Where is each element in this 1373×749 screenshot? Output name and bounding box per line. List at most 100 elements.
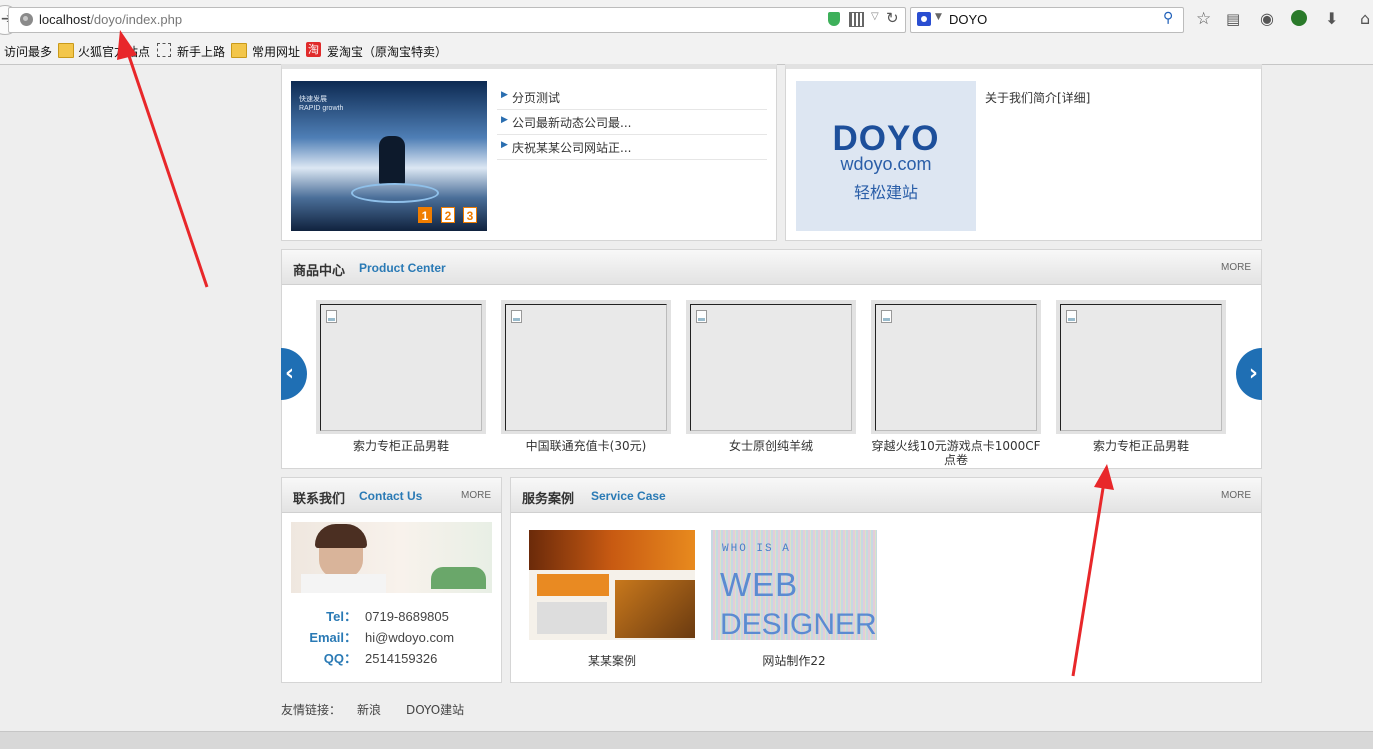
more-link[interactable]: MORE <box>1221 262 1251 273</box>
section-header: 商品中心 Product Center MORE <box>282 250 1261 285</box>
contact-email-row: Email： hi@wdoyo.com <box>297 627 454 646</box>
baidu-paw-icon[interactable] <box>917 12 931 26</box>
folder-icon <box>231 43 247 58</box>
bookmark-getting-started[interactable]: 新手上路 <box>177 43 225 60</box>
bookmarks-bar: 访问最多 火狐官方站点 新手上路 常用网址 淘 爱淘宝（原淘宝特卖） <box>0 38 1373 65</box>
slider-caption-en: RAPID growth <box>299 105 344 112</box>
case-name[interactable]: 某某案例 <box>529 652 695 669</box>
case-thumb-content <box>537 602 607 634</box>
search-input[interactable]: DOYO <box>949 12 987 27</box>
case-name[interactable]: 网站制作22 <box>711 652 877 669</box>
about-intro-link[interactable]: 关于我们简介[详细] <box>985 89 1090 106</box>
section-title-en: Product Center <box>359 261 446 275</box>
shield-icon[interactable] <box>828 12 840 26</box>
chevron-left-icon: ‹ <box>285 361 295 386</box>
news-item-title[interactable]: 庆祝某某公司网站正... <box>512 139 631 156</box>
browser-toolbar: ➔ localhost/doyo/index.php ▽ ↻ ▼ DOYO ⚲ … <box>0 0 1373 38</box>
product-name[interactable]: 中国联通充值卡(30元) <box>501 439 671 467</box>
email-value[interactable]: hi@wdoyo.com <box>365 630 454 645</box>
bookmark-firefox-sites[interactable]: 火狐官方站点 <box>78 43 150 60</box>
product-thumb[interactable] <box>871 300 1041 434</box>
news-panel: 快速发展 RAPID growth 1 2 3 ▶ 分页测试 ▶ 公司最新动态公司最… <box>281 64 777 241</box>
folder-icon <box>58 43 74 58</box>
chevron-right-icon: › <box>1248 361 1258 386</box>
bookmark-most-visited[interactable]: 访问最多 <box>4 43 52 60</box>
product-thumb[interactable] <box>686 300 856 434</box>
shield-green-icon[interactable] <box>1291 10 1307 26</box>
search-icon[interactable]: ⚲ <box>1163 10 1173 26</box>
contact-tel-row: Tel： 0719-8689805 <box>297 606 449 625</box>
doyo-logo-image[interactable]: DOYO wdoyo.com 轻松建站 <box>796 81 976 231</box>
product-thumb[interactable] <box>501 300 671 434</box>
url-dropdown-icon[interactable]: ▽ <box>871 11 879 22</box>
broken-image-icon <box>1066 310 1077 323</box>
broken-image-icon <box>326 310 337 323</box>
tel-label: Tel： <box>326 609 357 624</box>
download-icon[interactable]: ⬇ <box>1325 9 1338 29</box>
more-link[interactable]: MORE <box>461 490 491 501</box>
annotation-arrow-line <box>125 49 209 288</box>
case-thumb-header <box>529 530 695 570</box>
slider-caption-cn: 快速发展 <box>299 96 327 103</box>
contact-panel: 联系我们 Contact Us MORE Tel： 0719-8689805 Em… <box>281 477 502 683</box>
product-name[interactable]: 索力专柜正品男鞋 <box>316 439 486 467</box>
globe-icon <box>20 13 33 26</box>
broken-image-icon <box>881 310 892 323</box>
more-link[interactable]: MORE <box>1221 490 1251 501</box>
businessman-figure <box>379 136 405 184</box>
page-icon <box>157 43 171 57</box>
logo-slogan: 轻松建站 <box>853 183 918 202</box>
case-thumb[interactable]: WHO IS A WEB DESIGNER <box>711 530 877 640</box>
broken-image-icon <box>511 310 522 323</box>
section-header: 服务案例 Service Case MORE <box>511 478 1261 513</box>
customer-service-image <box>291 522 492 593</box>
qq-label: QQ： <box>323 651 357 666</box>
friend-link[interactable]: DOYO建站 <box>406 701 464 718</box>
url-text[interactable]: localhost/doyo/index.php <box>39 12 182 27</box>
friend-link[interactable]: 新浪 <box>357 701 381 718</box>
news-item[interactable]: ▶ 分页测试 <box>497 85 767 110</box>
news-item[interactable]: ▶ 公司最新动态公司最... <box>497 110 767 135</box>
bookmark-star-icon[interactable]: ☆ <box>1196 9 1211 29</box>
case-thumb[interactable] <box>529 530 695 640</box>
news-item-title[interactable]: 公司最新动态公司最... <box>512 114 631 131</box>
bookmark-taobao[interactable]: 爱淘宝（原淘宝特卖） <box>327 43 447 60</box>
case-thumb-block <box>537 574 609 596</box>
reader-icon[interactable]: ▤ <box>1226 9 1240 29</box>
about-panel: DOYO wdoyo.com 轻松建站 关于我们简介[详细] <box>785 64 1262 241</box>
friend-links-label: 友情链接： <box>281 703 342 717</box>
agent-shirt <box>301 574 386 593</box>
product-name[interactable]: 穿越火线10元游戏点卡1000CF点卷 <box>871 439 1041 467</box>
news-slider-image[interactable]: 快速发展 RAPID growth 1 2 3 <box>291 81 487 231</box>
search-engine-dropdown-icon[interactable]: ▼ <box>935 12 942 22</box>
address-bar[interactable]: localhost/doyo/index.php ▽ ↻ <box>8 7 906 33</box>
search-bar[interactable]: ▼ DOYO ⚲ <box>910 7 1184 33</box>
qr-icon[interactable] <box>849 12 864 27</box>
product-thumb[interactable] <box>1056 300 1226 434</box>
footer-strip <box>0 731 1373 749</box>
slider-page-1[interactable]: 1 <box>418 207 432 223</box>
product-name[interactable]: 女士原创纯羊绒 <box>686 439 856 467</box>
bookmark-common-sites[interactable]: 常用网址 <box>252 43 300 60</box>
slider-page-2[interactable]: 2 <box>441 207 455 223</box>
news-item[interactable]: ▶ 庆祝某某公司网站正... <box>497 135 767 160</box>
product-thumb[interactable] <box>316 300 486 434</box>
palette-icon[interactable]: ◉ <box>1260 9 1274 29</box>
plant-decoration <box>431 567 486 589</box>
bullet-arrow-icon: ▶ <box>501 140 508 150</box>
slider-page-3[interactable]: 3 <box>463 207 477 223</box>
section-title-cn: 服务案例 <box>522 492 575 507</box>
case-thumb-cat <box>615 580 695 638</box>
email-label: Email： <box>309 630 357 645</box>
agent-hair <box>315 524 367 548</box>
news-item-title[interactable]: 分页测试 <box>512 89 560 106</box>
platform-ring <box>351 183 439 203</box>
slider-caption: 快速发展 RAPID growth <box>299 95 343 113</box>
home-icon[interactable]: ⌂ <box>1360 9 1370 29</box>
taobao-icon: 淘 <box>306 42 321 57</box>
reload-icon[interactable]: ↻ <box>886 9 899 27</box>
news-list: ▶ 分页测试 ▶ 公司最新动态公司最... ▶ 庆祝某某公司网站正... <box>497 85 767 165</box>
qq-value: 2514159326 <box>365 651 438 666</box>
product-name[interactable]: 索力专柜正品男鞋 <box>1056 439 1226 467</box>
logo-domain: wdoyo.com <box>840 154 932 174</box>
